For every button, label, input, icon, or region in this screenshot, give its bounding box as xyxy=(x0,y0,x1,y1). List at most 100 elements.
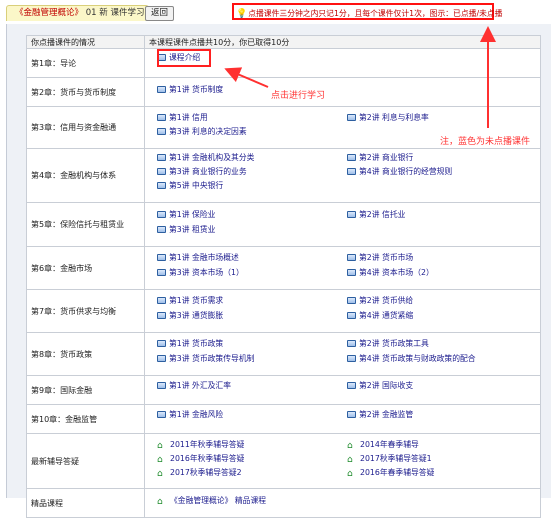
lecture-link[interactable]: 第2讲 商业银行 xyxy=(347,152,413,163)
back-button[interactable]: 返回 xyxy=(145,6,175,21)
video-icon xyxy=(157,312,166,319)
qa-link-label: 2014年春季辅导 xyxy=(360,440,419,449)
video-icon xyxy=(157,211,166,218)
house-icon: ⌂ xyxy=(157,455,163,465)
lecture-link[interactable]: 第5讲 中央银行 xyxy=(157,180,223,191)
lecture-link[interactable]: 第4讲 通货紧缩 xyxy=(347,310,413,321)
lecture-link[interactable]: 第1讲 信用 xyxy=(157,112,208,123)
house-icon: ⌂ xyxy=(157,469,163,479)
lecture-link[interactable]: 第3讲 租赁业 xyxy=(157,224,215,235)
chapter-label: 第6章：金融市场 xyxy=(26,246,145,290)
lecture-link[interactable]: 第3讲 商业银行的业务 xyxy=(157,166,247,177)
chapter-label: 第4章：金融机构与体系 xyxy=(26,148,145,203)
lecture-link[interactable]: 第1讲 金融市场概述 xyxy=(157,252,239,263)
lecture-link-label: 第2讲 商业银行 xyxy=(359,153,414,162)
featured-course-link[interactable]: ⌂ 《金融管理概论》 精品课程 xyxy=(157,495,267,507)
video-icon xyxy=(347,297,356,304)
featured-course-label: 《金融管理概论》 精品课程 xyxy=(170,496,267,505)
notice-box: 💡点播课件三分钟之内只记1分，且每个课件仅计1次，图示：已点播/未点播 xyxy=(232,3,502,20)
course-tab[interactable]: 《金融管理概论》 01 新 课件学习 xyxy=(6,5,150,21)
lecture-link-label: 第3讲 资本市场（1） xyxy=(169,268,244,277)
lecture-link[interactable]: 第2讲 货币市场 xyxy=(347,252,413,263)
lecture-link-label: 第4讲 商业银行的经营规则 xyxy=(359,167,453,176)
video-icon xyxy=(157,269,166,276)
video-icon xyxy=(157,254,166,261)
lecture-link[interactable]: 第1讲 货币政策 xyxy=(157,338,223,349)
lecture-link[interactable]: 第2讲 货币供给 xyxy=(347,295,413,306)
qa-link[interactable]: ⌂ 2016年春季辅导答疑 xyxy=(347,467,435,479)
chapter-label: 第1章：导论 xyxy=(26,48,145,78)
video-icon xyxy=(157,226,166,233)
qa-link[interactable]: ⌂ 2014年春季辅导 xyxy=(347,439,419,451)
video-icon xyxy=(347,411,356,418)
lecture-link[interactable]: 第1讲 货币需求 xyxy=(157,295,223,306)
lecture-link-label: 第1讲 外汇及汇率 xyxy=(169,381,232,390)
lecture-link[interactable]: 第1讲 金融机构及其分类 xyxy=(157,152,254,163)
lecture-link-label: 第3讲 利息的决定因素 xyxy=(169,127,247,136)
header-left: 你点播课件的情况 xyxy=(26,35,145,49)
qa-link[interactable]: ⌂ 2016年秋季辅导答疑 xyxy=(157,453,244,465)
lecture-link-label: 第3讲 通货膨胀 xyxy=(169,311,224,320)
video-icon xyxy=(157,382,166,389)
house-icon: ⌂ xyxy=(347,441,353,451)
lecture-link-label: 第2讲 国际收支 xyxy=(359,381,414,390)
lecture-link-label: 第1讲 保险业 xyxy=(169,210,216,219)
lecture-link-label: 第4讲 通货紧缩 xyxy=(359,311,414,320)
lecture-link[interactable]: 第4讲 货币政策与财政政策的配合 xyxy=(347,353,476,364)
lecture-link[interactable]: 第3讲 通货膨胀 xyxy=(157,310,223,321)
lecture-link[interactable]: 第2讲 金融监管 xyxy=(347,409,413,420)
qa-link-label: 2011年秋季辅导答疑 xyxy=(170,440,245,449)
top-bar: 《金融管理概论》 01 新 课件学习 返回 💡点播课件三分钟之内只记1分，且每个… xyxy=(0,0,554,24)
lecture-link[interactable]: 第3讲 利息的决定因素 xyxy=(157,126,247,137)
chapter-label: 第7章：货币供求与均衡 xyxy=(26,289,145,333)
video-icon xyxy=(347,254,356,261)
qa-link-label: 2017秋季辅导答疑1 xyxy=(360,454,432,463)
video-icon xyxy=(157,114,166,121)
lecture-link[interactable]: 第4讲 资本市场（2） xyxy=(347,267,434,278)
lecture-link[interactable]: 第1讲 外汇及汇率 xyxy=(157,380,231,391)
video-icon xyxy=(347,340,356,347)
lecture-link[interactable]: 第4讲 商业银行的经营规则 xyxy=(347,166,452,177)
lecture-link-label: 第3讲 货币政策传导机制 xyxy=(169,354,255,363)
qa-link[interactable]: ⌂ 2017秋季辅导答疑1 xyxy=(347,453,432,465)
video-icon xyxy=(157,86,166,93)
qa-link-label: 2016年春季辅导答疑 xyxy=(360,468,435,477)
lecture-link[interactable]: 第2讲 货币政策工具 xyxy=(347,338,429,349)
lecture-link[interactable]: 第3讲 资本市场（1） xyxy=(157,267,244,278)
chapter-label: 第5章：保险信托与租赁业 xyxy=(26,202,145,247)
notice-text: 点播课件三分钟之内只记1分，且每个课件仅计1次，图示：已点播/未点播 xyxy=(248,9,503,18)
video-icon xyxy=(347,312,356,319)
lecture-link-label: 第3讲 商业银行的业务 xyxy=(169,167,247,176)
qa-link[interactable]: ⌂ 2017秋季辅导答疑2 xyxy=(157,467,242,479)
lecture-link[interactable]: 第1讲 货币制度 xyxy=(157,84,223,95)
chapter-label: 第9章：国际金融 xyxy=(26,375,145,405)
header-right: 本课程课件点播共10分，你已取得10分 xyxy=(144,35,541,49)
video-icon xyxy=(347,269,356,276)
qa-link[interactable]: ⌂ 2011年秋季辅导答疑 xyxy=(157,439,245,451)
lecture-link[interactable]: 第2讲 信托业 xyxy=(347,209,405,220)
lecture-link-label: 第2讲 货币供给 xyxy=(359,296,414,305)
lecture-link-label: 第1讲 货币政策 xyxy=(169,339,224,348)
video-icon xyxy=(157,168,166,175)
lecture-link[interactable]: 第1讲 金融风险 xyxy=(157,409,223,420)
house-icon: ⌂ xyxy=(157,497,163,507)
lecture-link-label: 第3讲 租赁业 xyxy=(169,225,216,234)
lecture-link[interactable]: 第1讲 保险业 xyxy=(157,209,215,220)
chapter-label: 第3章：信用与资金融通 xyxy=(26,106,145,149)
video-icon xyxy=(347,168,356,175)
course-name: 《金融管理概论》 xyxy=(15,8,84,18)
lecture-link-label: 第1讲 货币制度 xyxy=(169,85,224,94)
lecture-link[interactable]: 第2讲 国际收支 xyxy=(347,380,413,391)
video-icon xyxy=(157,355,166,362)
lecture-link[interactable]: 第2讲 利息与利息率 xyxy=(347,112,429,123)
lecture-link-label: 第1讲 货币需求 xyxy=(169,296,224,305)
lecture-link-label: 第2讲 货币市场 xyxy=(359,253,414,262)
chapter-label: 第2章：货币与货币制度 xyxy=(26,77,145,107)
lecture-link-label: 第2讲 金融监管 xyxy=(359,410,414,419)
lecture-link[interactable]: 第3讲 货币政策传导机制 xyxy=(157,353,254,364)
lecture-link-label: 第2讲 货币政策工具 xyxy=(359,339,429,348)
video-icon xyxy=(347,114,356,121)
house-icon: ⌂ xyxy=(347,469,353,479)
video-icon xyxy=(157,128,166,135)
lecture-link-label: 第4讲 货币政策与财政政策的配合 xyxy=(359,354,476,363)
